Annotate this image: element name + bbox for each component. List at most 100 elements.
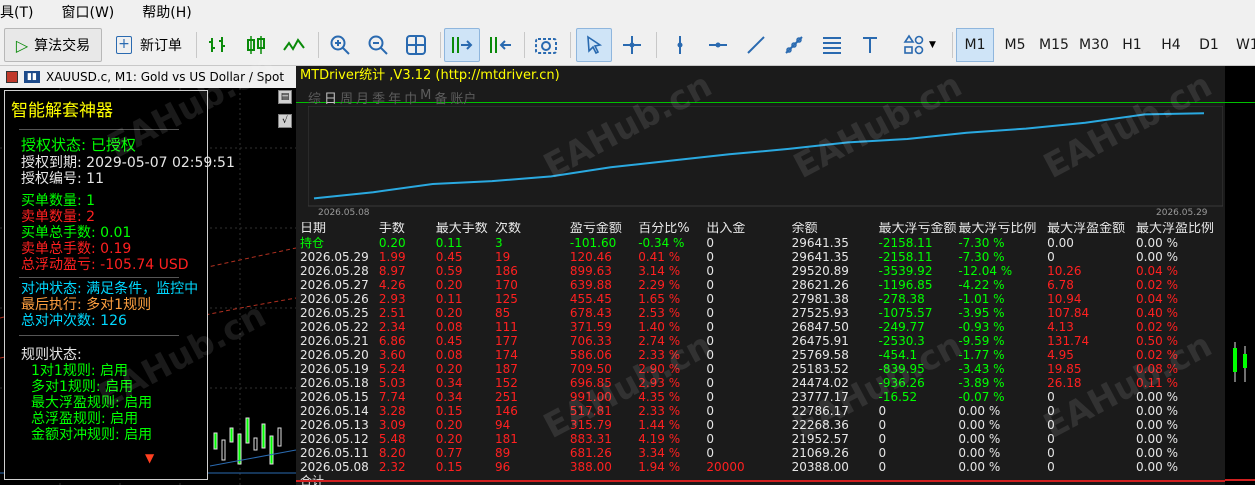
timeframe-h4[interactable]: H4 [1152, 28, 1190, 62]
table-cell: 0.20 [435, 432, 463, 446]
fibonacci-button[interactable] [814, 28, 850, 62]
timeframe-h1[interactable]: H1 [1114, 28, 1150, 62]
table-cell: 2026.05.20 [300, 348, 369, 362]
chart-window[interactable]: ▮▮ XAUUSD.c, M1: Gold vs US Dollar / Spo… [0, 45, 296, 485]
line-chart-button[interactable] [276, 28, 312, 62]
candle-chart-button[interactable] [238, 28, 274, 62]
table-cell: 0.00 % [1136, 418, 1178, 432]
table-cell: 26475.91 [791, 334, 849, 348]
trendline-button[interactable] [738, 28, 774, 62]
table-cell: -1.01 % [958, 292, 1005, 306]
menu-window[interactable]: 窗口(W) [61, 2, 114, 22]
new-order-button[interactable]: + 新订单 [108, 28, 190, 62]
table-cell: 0.00 % [958, 446, 1001, 460]
tab-m[interactable]: M [420, 88, 431, 106]
table-cell: -101.60 [569, 236, 617, 250]
table-cell: 0.20 [378, 236, 406, 250]
table-row: 2026.05.29 1.99 0.45 19 120.46 0.41 % 0 29641.3… [300, 250, 1225, 264]
stats-title: MTDriver统计 ,V3.12 (http://mtdriver.cn) [300, 68, 560, 83]
channel-button[interactable] [776, 28, 812, 62]
table-cell: 25183.52 [791, 362, 849, 376]
vertical-line-button[interactable] [662, 28, 698, 62]
timeframe-m5[interactable]: M5 [996, 28, 1034, 62]
toolbar: ▷ 算法交易 + 新订单 ▼ M1 M5 M15 M30 H1 H4 D1 W1 [0, 24, 1255, 66]
cursor-icon [587, 35, 603, 55]
table-cell: 89 [495, 446, 511, 460]
timeframe-d1[interactable]: D1 [1190, 28, 1228, 62]
tab-backup[interactable]: 备 [434, 88, 447, 107]
tab-account[interactable]: 账户 [450, 88, 476, 107]
cursor-button[interactable] [576, 28, 612, 62]
timeframe-w1[interactable]: W1 [1232, 28, 1255, 62]
table-cell: -0.34 % [638, 236, 685, 250]
table-cell: -7.30 % [958, 236, 1005, 250]
curve-start-date: 2026.05.08 [318, 208, 370, 216]
screenshot-button[interactable] [528, 28, 564, 62]
tab-week[interactable]: 周 [340, 88, 353, 107]
table-cell: -839.95 [878, 362, 925, 376]
tab-year[interactable]: 年 [388, 88, 401, 107]
tab-month[interactable]: 月 [356, 88, 369, 107]
table-cell: 3 [495, 236, 503, 250]
table-cell: 0.08 [435, 320, 463, 334]
table-cell: 0.20 [435, 306, 463, 320]
table-row: 2026.05.11 8.20 0.77 89 681.26 3.34 % 0 21069.2… [300, 446, 1225, 460]
table-cell: 0 [706, 404, 715, 418]
table-cell: 1.40 % [638, 320, 681, 334]
col-max-lots: 最大手数 [435, 222, 488, 236]
zoom-in-button[interactable] [322, 28, 358, 62]
table-cell: 2026.05.26 [300, 292, 369, 306]
tab-summary[interactable]: 综 [308, 88, 321, 107]
table-cell: 0.11 [435, 236, 463, 250]
tab-quarter[interactable]: 季 [372, 88, 385, 107]
autoscroll-button[interactable] [444, 28, 480, 62]
hedge-status: 对冲状态: 满足条件，监控中 [21, 281, 199, 297]
last-exec: 最后执行: 多对1规则 [21, 297, 152, 313]
rules-title: 规则状态: [21, 347, 82, 363]
table-cell: 2026.05.08 [300, 460, 369, 474]
text-button[interactable] [852, 28, 888, 62]
shapes-button[interactable]: ▼ [892, 28, 946, 62]
trendline-icon [747, 36, 765, 54]
table-cell: 883.31 [569, 432, 612, 446]
table-cell: 0 [706, 376, 715, 390]
table-cell: 0.20 [435, 278, 463, 292]
zoom-out-button[interactable] [360, 28, 396, 62]
col-count: 次数 [495, 222, 522, 236]
table-cell: 2.33 % [638, 348, 681, 362]
table-cell: 2026.05.27 [300, 278, 369, 292]
bar-chart-button[interactable] [200, 28, 236, 62]
table-cell: 1.94 % [638, 460, 681, 474]
algo-trading-button[interactable]: ▷ 算法交易 [4, 28, 102, 62]
crosshair-button[interactable] [614, 28, 650, 62]
timeframe-m1[interactable]: M1 [956, 28, 994, 62]
tab-other[interactable]: 巾 [404, 88, 417, 107]
fibonacci-icon [823, 37, 841, 54]
chart-toggle-icon[interactable]: √ [278, 114, 292, 128]
table-cell: 0 [706, 236, 715, 250]
table-cell: 991.00 [569, 390, 612, 404]
menu-help[interactable]: 帮助(H) [142, 2, 191, 22]
timeframe-m15[interactable]: M15 [1034, 28, 1074, 62]
col-max-dd-pct: 最大浮亏比例 [958, 222, 1037, 236]
candles [213, 417, 282, 465]
table-cell: 0 [878, 460, 887, 474]
table-cell: 388.00 [569, 460, 612, 474]
horizontal-line-button[interactable] [700, 28, 736, 62]
table-cell: -454.1 [878, 348, 918, 362]
expand-arrow-icon[interactable]: ▼ [145, 451, 154, 465]
table-cell: 4.13 [1047, 320, 1074, 334]
chart-menu-icon[interactable]: ▤ [278, 90, 292, 104]
chart-shift-button[interactable] [482, 28, 518, 62]
timeframe-m30[interactable]: M30 [1074, 28, 1114, 62]
toolbar-separator [440, 32, 441, 58]
chart-window-icon [6, 71, 18, 83]
tab-day[interactable]: 日 [324, 88, 337, 107]
camera-icon [535, 38, 557, 54]
menu-tools[interactable]: 具(T) [0, 2, 33, 22]
table-cell: 152 [495, 376, 518, 390]
table-cell: 2.93 [378, 292, 406, 306]
tile-windows-button[interactable] [398, 28, 434, 62]
chart-title: XAUUSD.c, M1: Gold vs US Dollar / Spot [46, 70, 285, 84]
rule-item: 多对1规则: 启用 [31, 379, 134, 395]
